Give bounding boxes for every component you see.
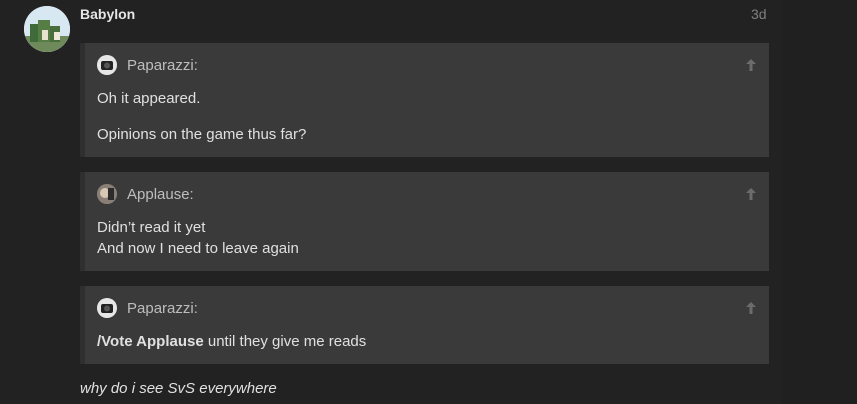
arrow-up-icon[interactable] — [743, 186, 759, 202]
quote-block: Paparazzi: Oh it appeared. Opinions on t… — [80, 43, 769, 157]
quote-line: Opinions on the game thus far? — [97, 126, 307, 143]
quote-body: Didn’t read it yet And now I need to lea… — [97, 217, 299, 259]
quote-author[interactable]: Applause: — [127, 186, 194, 203]
quote-body: /Vote Applause until they give me reads — [97, 331, 366, 352]
vote-rest: until they give me reads — [203, 333, 367, 350]
username[interactable]: Babylon — [80, 6, 135, 22]
quote-line: /Vote Applause until they give me reads — [97, 331, 366, 352]
quote-author[interactable]: Paparazzi: — [127, 300, 198, 317]
quote-block: Applause: Didn’t read it yet And now I n… — [80, 172, 769, 271]
avatar[interactable] — [97, 55, 117, 75]
vote-text: /Vote Applause — [97, 333, 204, 350]
arrow-up-icon[interactable] — [743, 57, 759, 73]
quote-header: Paparazzi: — [97, 298, 198, 318]
quote-header: Applause: — [97, 184, 194, 204]
quote-author[interactable]: Paparazzi: — [127, 57, 198, 74]
quote-block: Paparazzi: /Vote Applause until they giv… — [80, 286, 769, 364]
quote-header: Paparazzi: — [97, 55, 198, 75]
avatar[interactable] — [97, 298, 117, 318]
quote-line: Oh it appeared. — [97, 90, 201, 107]
avatar[interactable] — [24, 6, 70, 52]
sidebar-gutter — [782, 0, 857, 404]
post-text: why do i see SvS everywhere — [80, 380, 277, 397]
avatar[interactable] — [97, 184, 117, 204]
arrow-up-icon[interactable] — [743, 300, 759, 316]
post-date[interactable]: 3d — [751, 6, 767, 22]
quote-line: And now I need to leave again — [97, 240, 299, 257]
quote-body: Oh it appeared. Opinions on the game thu… — [97, 88, 306, 145]
quote-line: Didn’t read it yet — [97, 219, 206, 236]
post: Babylon 3d Paparazzi: Oh it appeared. Op… — [0, 0, 857, 404]
